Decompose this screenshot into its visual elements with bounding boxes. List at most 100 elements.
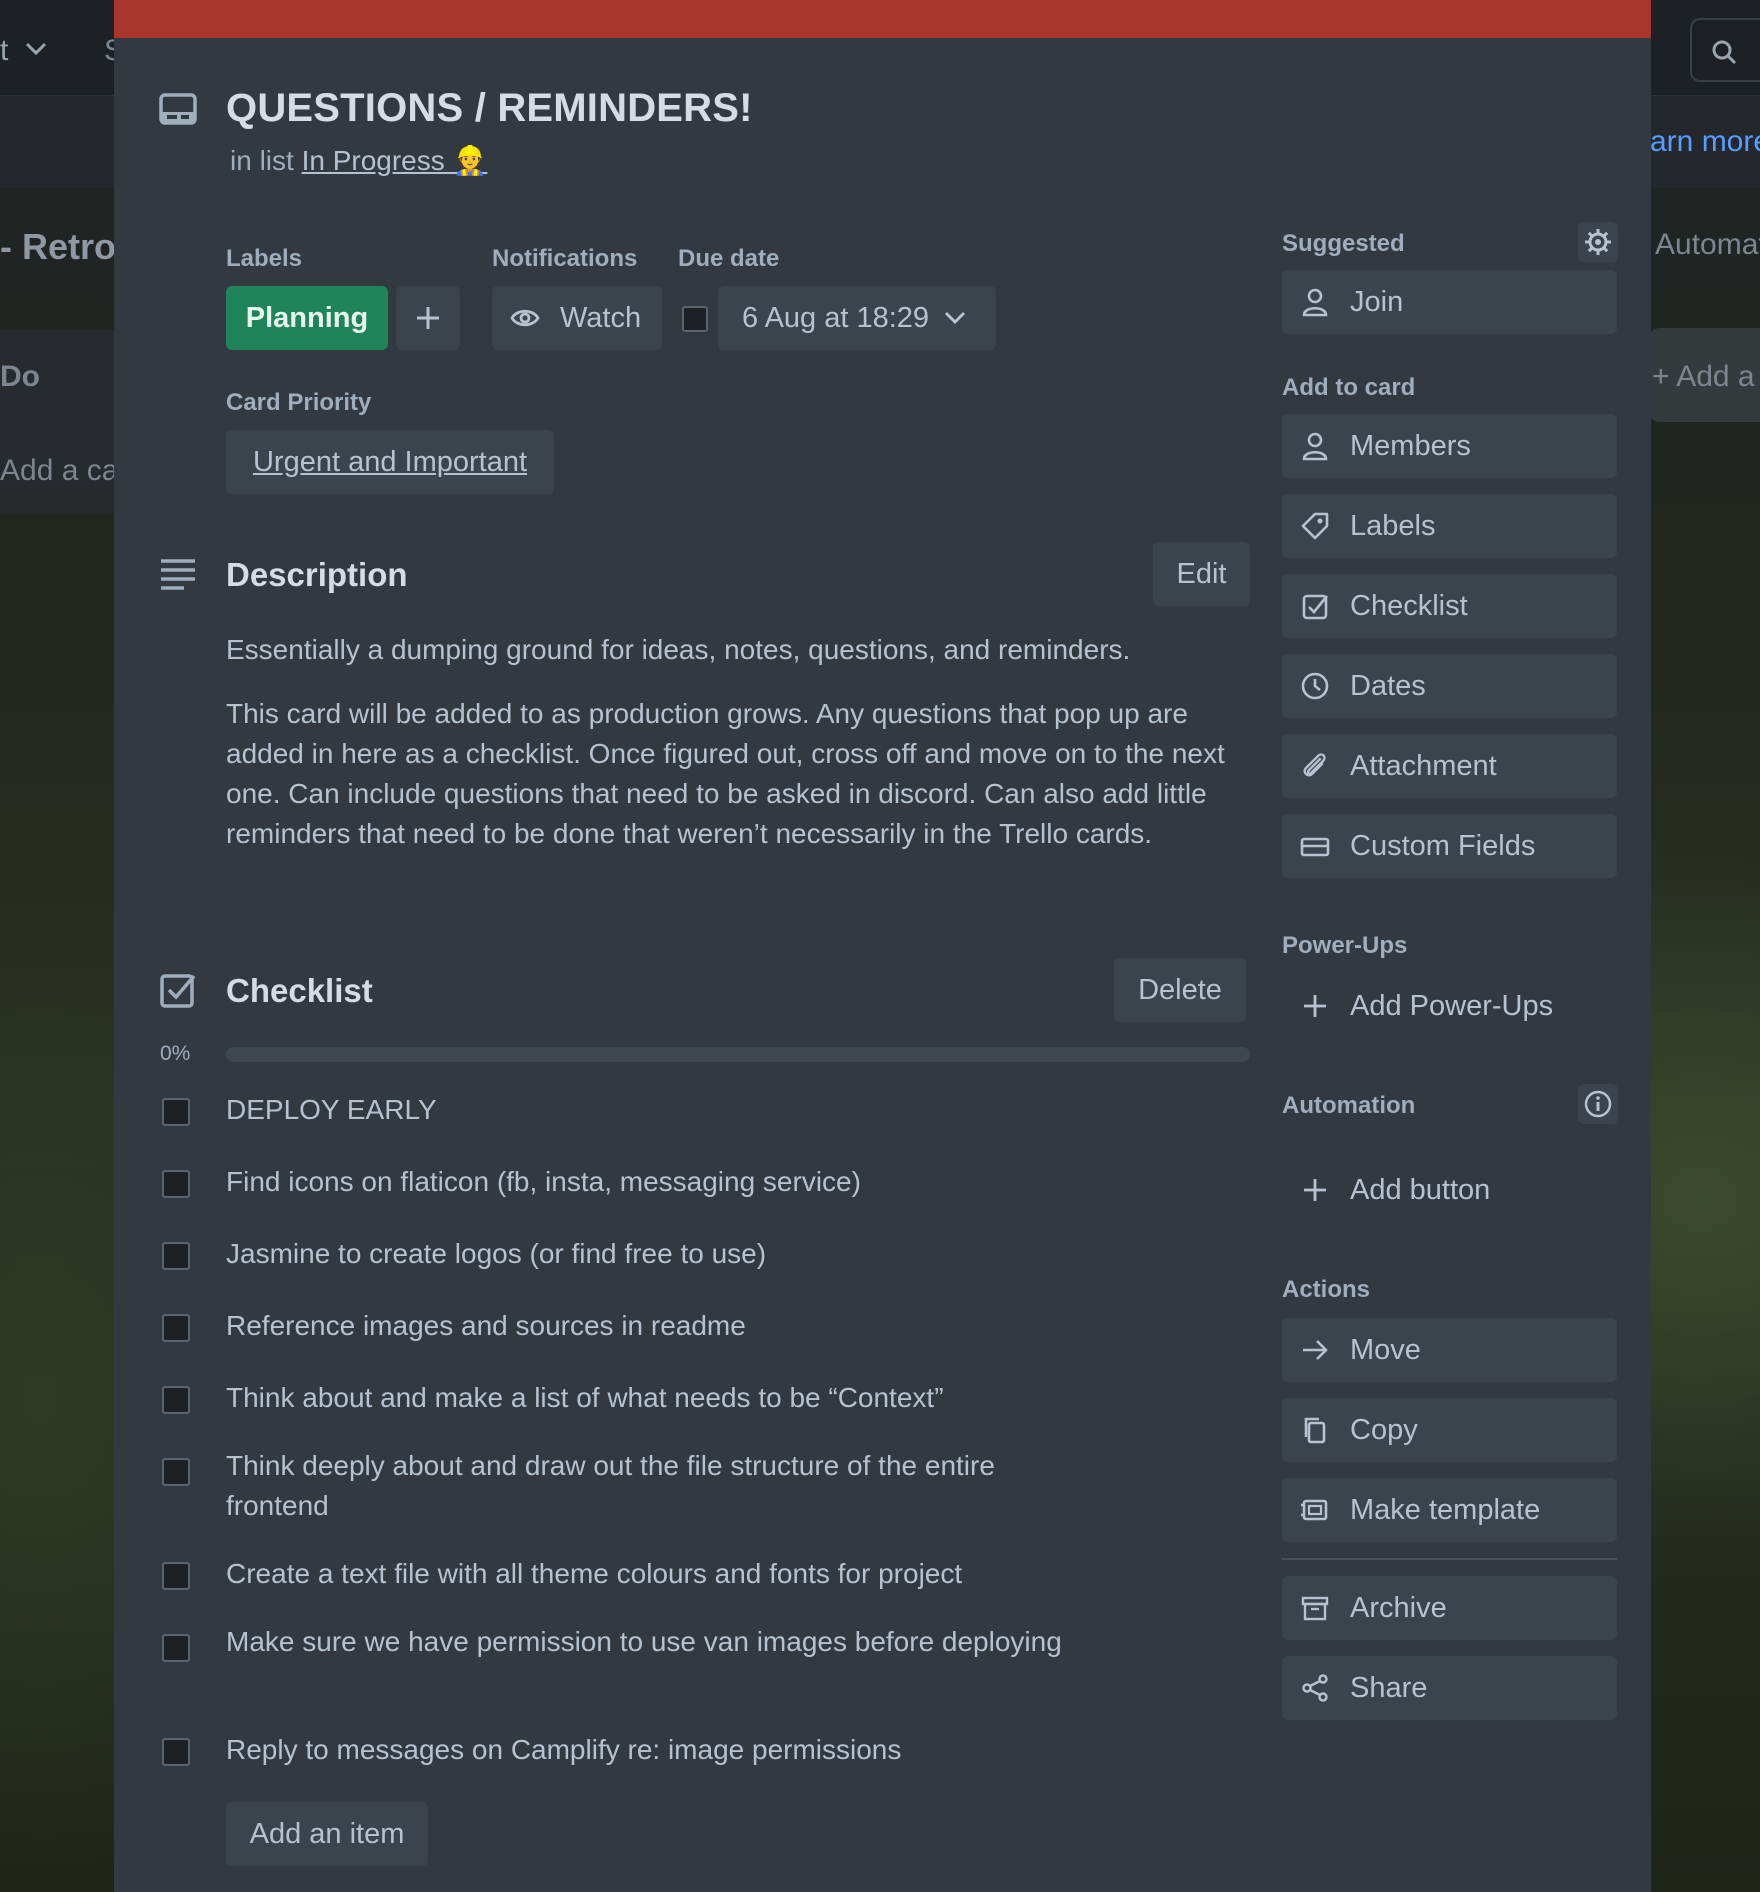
- card-priority-text: Urgent and Important: [252, 445, 528, 478]
- attachment-button[interactable]: Attachment: [1282, 734, 1617, 798]
- make-template-label: Make template: [1350, 1493, 1541, 1526]
- automation-heading: Automation: [1282, 1092, 1416, 1119]
- add-power-ups-button[interactable]: Add Power-Ups: [1282, 974, 1617, 1038]
- archive-button[interactable]: Archive: [1282, 1576, 1617, 1640]
- search-icon: [1710, 38, 1738, 66]
- info-icon: [1584, 1090, 1612, 1118]
- copy-icon: [1300, 1415, 1330, 1445]
- make-template-button[interactable]: Make template: [1282, 1478, 1617, 1542]
- checklist-item-text[interactable]: Create a text file with all theme colour…: [226, 1554, 1086, 1594]
- join-label: Join: [1350, 285, 1404, 318]
- add-automation-button[interactable]: Add button: [1282, 1158, 1617, 1222]
- members-button[interactable]: Members: [1282, 414, 1617, 478]
- delete-checklist-button[interactable]: Delete: [1114, 958, 1246, 1022]
- checklist-item-checkbox[interactable]: [162, 1386, 190, 1414]
- custom-fields-label: Custom Fields: [1350, 829, 1536, 862]
- move-button[interactable]: Move: [1282, 1318, 1617, 1382]
- due-date-value: 6 Aug at 18:29: [742, 301, 930, 334]
- checklist-item-text[interactable]: Find icons on flaticon (fb, insta, messa…: [226, 1162, 1086, 1202]
- checklist-icon: [160, 972, 196, 1008]
- list-title-left: Do: [0, 360, 40, 393]
- plus-icon: [1300, 1175, 1330, 1205]
- checklist-item-checkbox[interactable]: [162, 1562, 190, 1590]
- in-list-text: in list In Progress 👷: [230, 144, 487, 177]
- checklist-item-checkbox[interactable]: [162, 1242, 190, 1270]
- card-title[interactable]: QUESTIONS / REMINDERS!: [226, 86, 753, 131]
- checklist-button[interactable]: Checklist: [1282, 574, 1617, 638]
- add-button-label: Add button: [1350, 1173, 1491, 1206]
- chevron-down-icon: [943, 310, 967, 326]
- plus-icon: [415, 305, 441, 331]
- checkbox-icon: [1300, 591, 1330, 621]
- checklist-item-checkbox[interactable]: [162, 1634, 190, 1662]
- description-paragraph-2[interactable]: This card will be added to as production…: [226, 694, 1256, 854]
- move-label: Move: [1350, 1333, 1421, 1366]
- join-button[interactable]: Join: [1282, 270, 1617, 334]
- dates-button[interactable]: Dates: [1282, 654, 1617, 718]
- watch-button[interactable]: Watch: [492, 286, 662, 350]
- gear-icon: [1584, 228, 1612, 256]
- checklist-item-checkbox[interactable]: [162, 1170, 190, 1198]
- template-icon: [1300, 1495, 1330, 1525]
- archive-label: Archive: [1350, 1591, 1447, 1624]
- card-priority-heading: Card Priority: [226, 389, 372, 416]
- in-list-prefix: in list: [230, 145, 294, 176]
- plus-icon: [1300, 991, 1330, 1021]
- person-icon: [1300, 431, 1330, 461]
- add-checklist-item-button[interactable]: Add an item: [226, 1802, 428, 1866]
- checklist-item-checkbox[interactable]: [162, 1314, 190, 1342]
- checklist-item-text[interactable]: DEPLOY EARLY: [226, 1090, 1086, 1130]
- checklist-item-text[interactable]: Reference images and sources in readme: [226, 1306, 1086, 1346]
- workspace-menu-text[interactable]: t: [0, 34, 8, 68]
- card-priority-value[interactable]: Urgent and Important: [226, 430, 554, 494]
- add-card-left[interactable]: Add a car: [0, 454, 128, 488]
- share-label: Share: [1350, 1671, 1428, 1704]
- checklist-item-text[interactable]: Reply to messages on Camplify re: image …: [226, 1730, 1086, 1770]
- checklist-item-checkbox[interactable]: [162, 1738, 190, 1766]
- share-icon: [1300, 1673, 1330, 1703]
- checklist-item-text[interactable]: Think deeply about and draw out the file…: [226, 1446, 1086, 1526]
- dates-label: Dates: [1350, 669, 1426, 702]
- search-box[interactable]: [1690, 18, 1760, 82]
- checklist-item-text[interactable]: Make sure we have permission to use van …: [226, 1622, 1086, 1662]
- notifications-heading: Notifications: [492, 245, 638, 272]
- suggested-heading: Suggested: [1282, 230, 1405, 257]
- checklist-item-text[interactable]: Jasmine to create logos (or find free to…: [226, 1234, 1086, 1274]
- members-label: Members: [1350, 429, 1471, 462]
- list-name-link[interactable]: In Progress 👷: [302, 145, 488, 176]
- edit-description-button[interactable]: Edit: [1153, 542, 1250, 606]
- card-detail-modal: QUESTIONS / REMINDERS! in list In Progre…: [114, 0, 1651, 1892]
- label-planning[interactable]: Planning: [226, 286, 388, 350]
- description-heading: Description: [226, 556, 408, 593]
- add-list-button[interactable]: + Add a: [1652, 360, 1755, 394]
- due-date-button[interactable]: 6 Aug at 18:29: [718, 286, 996, 350]
- learn-more-link[interactable]: arn more: [1650, 125, 1760, 159]
- checklist-progress-bar: [226, 1047, 1250, 1062]
- clock-icon: [1300, 671, 1330, 701]
- eye-icon: [510, 307, 540, 329]
- due-date-complete-checkbox[interactable]: [682, 306, 708, 332]
- checklist-item-checkbox[interactable]: [162, 1458, 190, 1486]
- copy-button[interactable]: Copy: [1282, 1398, 1617, 1462]
- labels-button[interactable]: Labels: [1282, 494, 1617, 558]
- actions-divider: [1282, 1558, 1617, 1560]
- checklist-item-text[interactable]: Think about and make a list of what need…: [226, 1378, 1086, 1418]
- automation-info-button[interactable]: [1578, 1084, 1618, 1124]
- checklist-item-checkbox[interactable]: [162, 1098, 190, 1126]
- copy-label: Copy: [1350, 1413, 1418, 1446]
- labels-heading: Labels: [226, 245, 303, 272]
- checklist-heading: Checklist: [226, 972, 373, 1009]
- labels-label: Labels: [1350, 509, 1436, 542]
- suggested-settings-button[interactable]: [1578, 222, 1618, 262]
- tag-icon: [1300, 511, 1330, 541]
- automation-button[interactable]: Automat: [1655, 228, 1760, 262]
- chevron-down-icon[interactable]: [24, 40, 48, 58]
- custom-fields-button[interactable]: Custom Fields: [1282, 814, 1617, 878]
- add-power-ups-label: Add Power-Ups: [1350, 989, 1554, 1022]
- add-label-button[interactable]: [396, 286, 460, 350]
- share-button[interactable]: Share: [1282, 1656, 1617, 1720]
- card-icon: [158, 92, 198, 128]
- power-ups-heading: Power-Ups: [1282, 932, 1408, 959]
- arrow-right-icon: [1300, 1335, 1330, 1365]
- description-paragraph-1[interactable]: Essentially a dumping ground for ideas, …: [226, 630, 1256, 670]
